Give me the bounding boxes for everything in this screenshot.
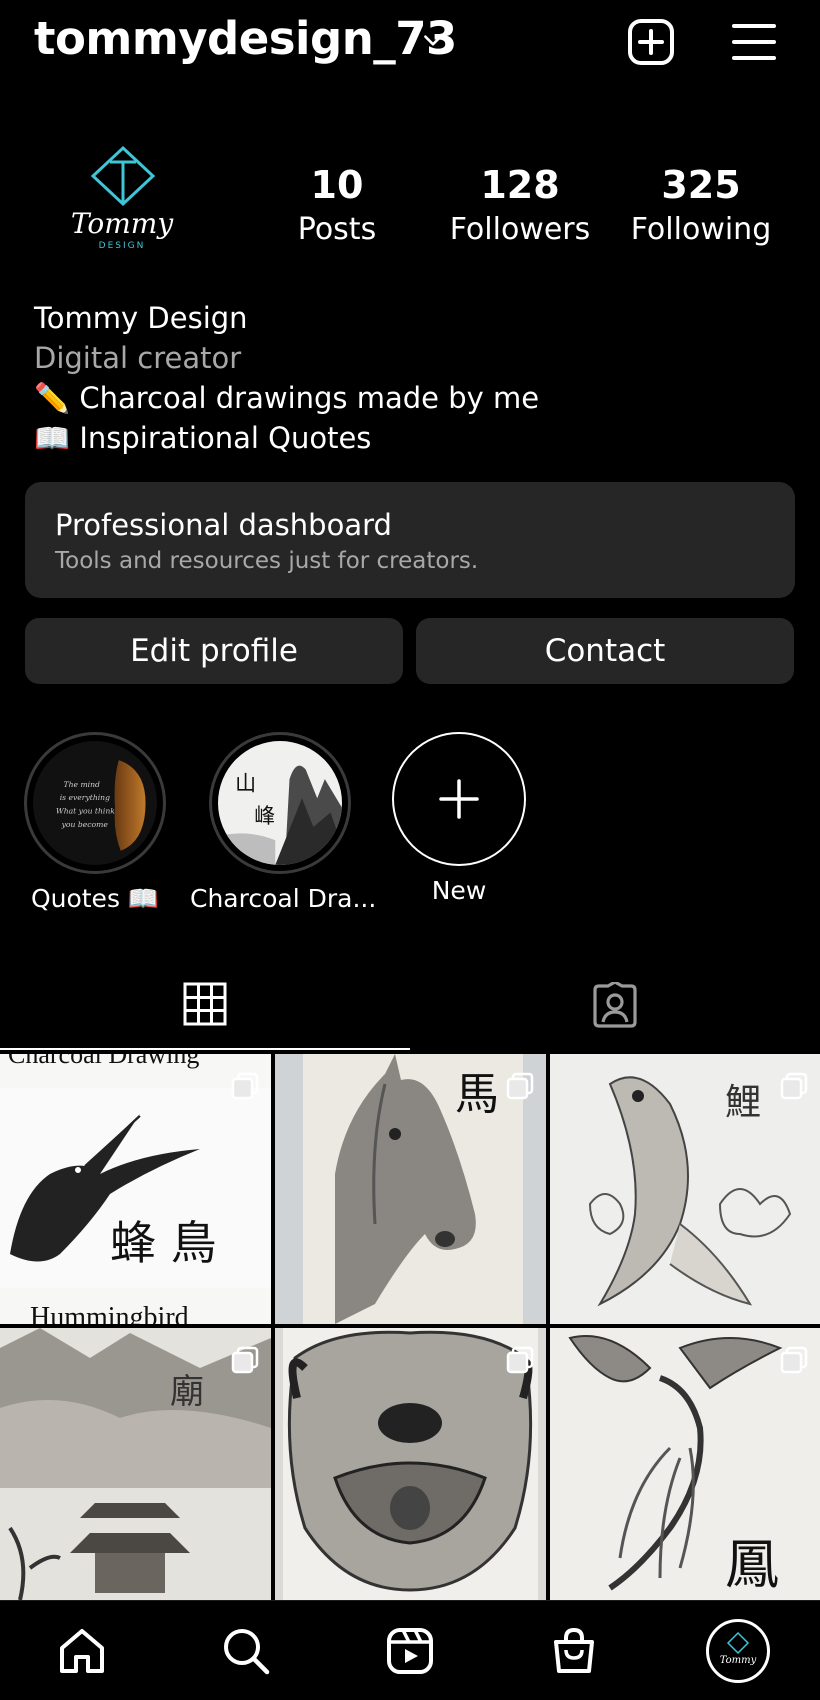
home-icon: [60, 1629, 104, 1673]
highlight-label: Charcoal Dra...: [190, 884, 377, 913]
svg-text:you become: you become: [61, 820, 109, 829]
highlight-cover: The mind is everything What you think yo…: [33, 741, 157, 865]
followers-value: 128: [480, 163, 560, 207]
nav-home[interactable]: [54, 1623, 110, 1679]
multiple-photos-icon: [506, 1072, 534, 1100]
posts-grid: Charcoal Drawing 蜂 鳥 Hummingbird 馬 鯉 廟 鳳: [0, 1054, 820, 1600]
svg-text:The mind: The mind: [64, 780, 101, 789]
multiple-photos-icon: [506, 1346, 534, 1374]
add-post-icon[interactable]: [627, 18, 675, 66]
edit-profile-button[interactable]: Edit profile: [25, 618, 403, 684]
contact-button[interactable]: Contact: [416, 618, 794, 684]
bio-line: 📖 Inspirational Quotes: [34, 421, 372, 455]
svg-text:山: 山: [235, 772, 256, 796]
tab-posts-grid[interactable]: [0, 960, 410, 1050]
highlight-ring: The mind is everything What you think yo…: [24, 732, 166, 874]
posts-label: Posts: [297, 211, 377, 247]
logo-text: Tommy: [71, 207, 174, 240]
dashboard-title: Professional dashboard: [55, 508, 392, 542]
menu-icon[interactable]: [730, 18, 778, 66]
highlight-quotes[interactable]: The mind is everything What you think yo…: [24, 732, 166, 914]
grid-post[interactable]: 馬: [275, 1054, 546, 1324]
svg-text:What you think: What you think: [56, 806, 115, 815]
post-kanji: 馬: [455, 1069, 499, 1120]
grid-post[interactable]: 鳳: [550, 1328, 820, 1600]
multiple-photos-icon: [231, 1072, 259, 1100]
grid-post[interactable]: Charcoal Drawing 蜂 鳥 Hummingbird: [0, 1054, 271, 1324]
display-name: Tommy Design: [34, 301, 248, 335]
reels-icon: [387, 1628, 433, 1674]
posts-count[interactable]: 10 Posts: [277, 163, 397, 252]
tab-tagged[interactable]: [410, 960, 820, 1050]
multiple-photos-icon: [780, 1346, 808, 1374]
grid-post[interactable]: [275, 1328, 546, 1600]
shop-icon: [554, 1627, 594, 1673]
multiple-photos-icon: [231, 1346, 259, 1374]
tommy-design-logo: Tommy DESIGN: [71, 145, 174, 251]
svg-text:is everything: is everything: [60, 793, 110, 802]
profile-category: Digital creator: [34, 341, 242, 375]
highlight-ring: 山 峰: [209, 732, 351, 874]
bottom-navigation: Tommy: [0, 1600, 820, 1700]
posts-value: 10: [310, 163, 364, 207]
account-username[interactable]: tommydesign_73: [34, 12, 457, 65]
post-kanji: 廟: [170, 1372, 204, 1412]
new-highlight-button[interactable]: New: [392, 732, 526, 905]
followers-label: Followers: [449, 211, 591, 247]
nav-search[interactable]: [218, 1623, 274, 1679]
following-count[interactable]: 325 Following: [621, 163, 781, 252]
highlight-cover: 山 峰: [218, 741, 342, 865]
bio-line: ✏️ Charcoal drawings made by me: [34, 381, 540, 415]
profile-avatar[interactable]: Tommy DESIGN: [50, 128, 195, 273]
nav-shop[interactable]: [546, 1623, 602, 1679]
tagged-icon: [593, 982, 637, 1028]
grid-post[interactable]: 鯉: [550, 1054, 820, 1324]
grid-post[interactable]: 廟: [0, 1328, 271, 1600]
profile-bio: Tommy Design Digital creator ✏️ Charcoal…: [34, 298, 539, 458]
svg-text:峰: 峰: [254, 804, 275, 828]
following-value: 325: [661, 163, 741, 207]
highlight-label: Quotes 📖: [30, 884, 160, 913]
grid-icon: [183, 982, 227, 1026]
highlight-label: New: [431, 876, 487, 905]
following-label: Following: [630, 211, 772, 247]
dashboard-subtitle: Tools and resources just for creators.: [55, 548, 479, 574]
chevron-down-icon[interactable]: [420, 28, 446, 54]
post-kanji: 蜂 鳥: [110, 1216, 217, 1270]
nav-reels[interactable]: [382, 1623, 438, 1679]
top-bar: tommydesign_73: [0, 0, 820, 90]
highlight-charcoal-drawings[interactable]: 山 峰 Charcoal Dra...: [190, 732, 377, 913]
multiple-photos-icon: [780, 1072, 808, 1100]
search-icon: [224, 1629, 270, 1675]
post-kanji: 鳳: [725, 1533, 779, 1596]
plus-icon: [439, 779, 479, 819]
post-kanji: 鯉: [725, 1082, 761, 1123]
professional-dashboard-card[interactable]: Professional dashboard Tools and resourc…: [25, 482, 795, 598]
nav-profile[interactable]: Tommy: [706, 1619, 770, 1683]
followers-count[interactable]: 128 Followers: [440, 163, 600, 252]
new-highlight-ring: [392, 732, 526, 866]
profile-avatar-icon: Tommy: [720, 1631, 757, 1666]
post-caption-bottom: Hummingbird: [30, 1302, 189, 1324]
logo-subtext: DESIGN: [99, 241, 146, 251]
svg-text:Tommy: Tommy: [720, 1655, 757, 1666]
